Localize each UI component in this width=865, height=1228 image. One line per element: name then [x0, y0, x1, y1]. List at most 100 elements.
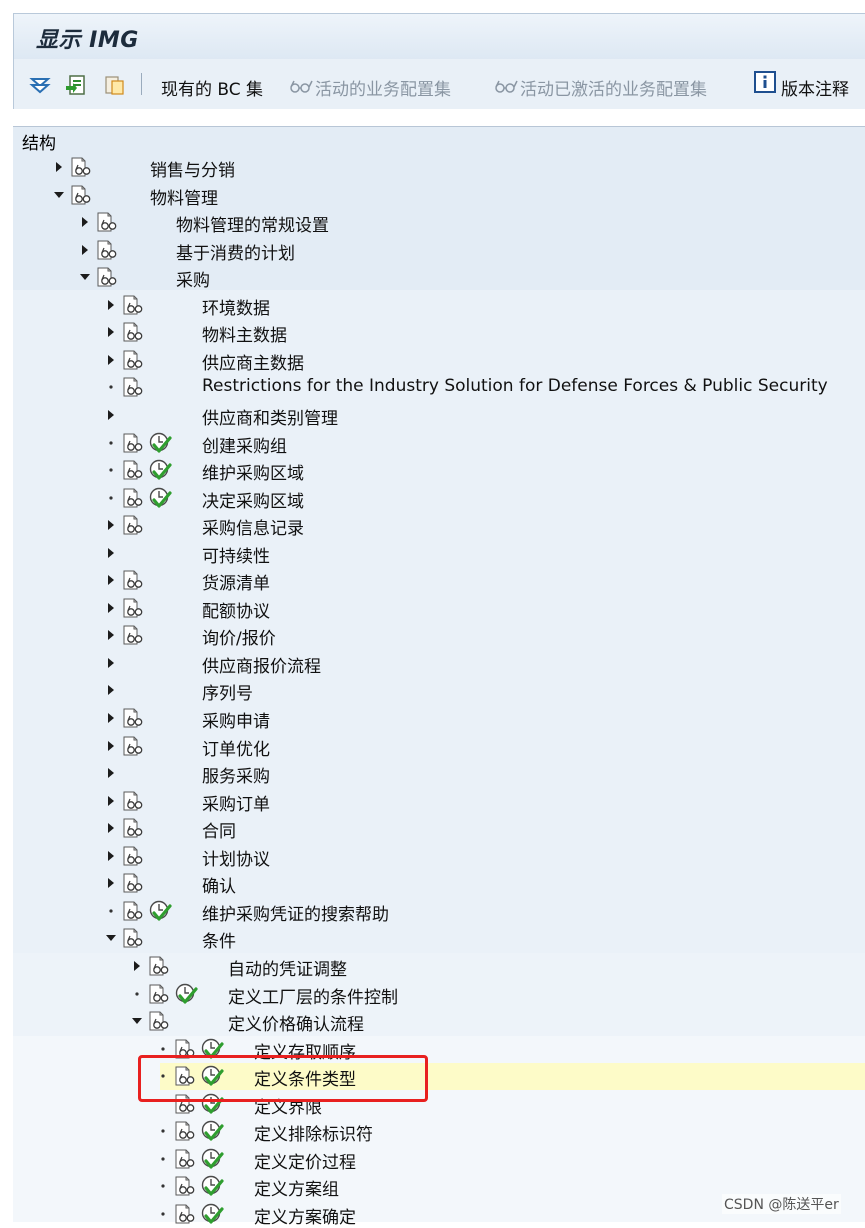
documentation-glasses-icon[interactable] [122, 598, 144, 619]
tree-node[interactable]: 销售与分销 [13, 154, 865, 181]
expand-arrow-icon[interactable] [105, 683, 117, 697]
documentation-glasses-icon[interactable] [96, 212, 118, 233]
expand-arrow-icon[interactable] [105, 546, 117, 560]
tree-node[interactable]: 自动的凭证调整 [13, 953, 865, 980]
documentation-glasses-icon[interactable] [122, 322, 144, 343]
tree-node[interactable]: 确认 [13, 870, 865, 897]
expand-arrow-icon[interactable] [105, 766, 117, 780]
tree-node[interactable]: 创建采购组 [13, 430, 865, 457]
documentation-glasses-icon[interactable] [96, 240, 118, 261]
tree-node[interactable]: 物料管理的常规设置 [13, 209, 865, 236]
collapse-arrow-icon[interactable] [105, 931, 117, 945]
current-bc-set-button[interactable]: 现有的 BC 集 [161, 75, 263, 100]
tree-node[interactable]: 条件 [13, 925, 865, 952]
tree-node[interactable]: 定义排除标识符 [13, 1118, 865, 1145]
tree-node[interactable]: 基于消费的计划 [13, 237, 865, 264]
expand-arrow-icon[interactable] [105, 876, 117, 890]
expand-arrow-icon[interactable] [105, 656, 117, 670]
tree-node[interactable]: 序列号 [13, 677, 865, 704]
tree-node[interactable]: 供应商主数据 [13, 347, 865, 374]
documentation-glasses-icon[interactable] [148, 984, 170, 1005]
tree-node[interactable]: 定义定价过程 [13, 1146, 865, 1173]
tree-node[interactable]: 合同 [13, 815, 865, 842]
expand-arrow-icon[interactable] [105, 794, 117, 808]
documentation-glasses-icon[interactable] [148, 956, 170, 977]
tree-node[interactable]: 可持续性 [13, 540, 865, 567]
documentation-glasses-icon[interactable] [122, 488, 144, 509]
expand-arrow-icon[interactable] [105, 298, 117, 312]
documentation-glasses-icon[interactable] [122, 377, 144, 398]
expand-arrow-icon[interactable] [105, 711, 117, 725]
documentation-glasses-icon[interactable] [122, 791, 144, 812]
tree-node[interactable]: 供应商和类别管理 [13, 402, 865, 429]
tree-node[interactable]: 决定采购区域 [13, 485, 865, 512]
tree-node[interactable]: 供应商报价流程 [13, 650, 865, 677]
execute-clock-check-icon[interactable] [200, 1202, 224, 1226]
release-notes-button[interactable]: 版本注释 [781, 75, 849, 100]
tree-node[interactable]: Restrictions for the Industry Solution f… [13, 374, 865, 401]
documentation-glasses-icon[interactable] [70, 157, 92, 178]
documentation-glasses-icon[interactable] [174, 1176, 196, 1197]
documentation-glasses-icon[interactable] [122, 708, 144, 729]
execute-clock-check-icon[interactable] [200, 1147, 224, 1171]
documentation-glasses-icon[interactable] [122, 460, 144, 481]
documentation-glasses-icon[interactable] [122, 818, 144, 839]
tree-node[interactable]: 货源清单 [13, 567, 865, 594]
expand-arrow-icon[interactable] [53, 160, 65, 174]
collapse-arrow-icon[interactable] [79, 270, 91, 284]
execute-clock-check-icon[interactable] [148, 899, 172, 923]
expand-arrow-icon[interactable] [105, 821, 117, 835]
execute-clock-check-icon[interactable] [174, 982, 198, 1006]
documentation-glasses-icon[interactable] [148, 1011, 170, 1032]
documentation-glasses-icon[interactable] [174, 1121, 196, 1142]
tree-node[interactable]: 维护采购凭证的搜索帮助 [13, 898, 865, 925]
tree-node[interactable]: 环境数据 [13, 292, 865, 319]
load-icon[interactable] [64, 73, 88, 97]
tree-node[interactable]: 物料主数据 [13, 319, 865, 346]
documentation-glasses-icon[interactable] [122, 736, 144, 757]
documentation-glasses-icon[interactable] [122, 873, 144, 894]
expand-arrow-icon[interactable] [131, 959, 143, 973]
execute-clock-check-icon[interactable] [148, 486, 172, 510]
expand-arrow-icon[interactable] [79, 243, 91, 257]
tree-node[interactable]: 采购 [13, 264, 865, 291]
documentation-glasses-icon[interactable] [122, 350, 144, 371]
expand-arrow-icon[interactable] [105, 628, 117, 642]
documentation-glasses-icon[interactable] [122, 570, 144, 591]
tree-node[interactable]: 配额协议 [13, 595, 865, 622]
collapse-arrow-icon[interactable] [131, 1014, 143, 1028]
expand-arrow-icon[interactable] [105, 353, 117, 367]
tree-node[interactable]: 维护采购区域 [13, 457, 865, 484]
clipboard-icon[interactable] [102, 73, 126, 97]
tree-node[interactable]: 定义价格确认流程 [13, 1008, 865, 1035]
execute-clock-check-icon[interactable] [200, 1119, 224, 1143]
documentation-glasses-icon[interactable] [96, 267, 118, 288]
expand-arrow-icon[interactable] [105, 849, 117, 863]
tree-node[interactable]: 服务采购 [13, 760, 865, 787]
documentation-glasses-icon[interactable] [70, 185, 92, 206]
expand-arrow-icon[interactable] [79, 215, 91, 229]
tree-node[interactable]: 询价/报价 [13, 622, 865, 649]
expand-arrow-icon[interactable] [105, 573, 117, 587]
expand-arrow-icon[interactable] [105, 739, 117, 753]
info-icon[interactable] [754, 71, 776, 93]
documentation-glasses-icon[interactable] [122, 846, 144, 867]
expand-arrow-icon[interactable] [105, 601, 117, 615]
expand-arrow-icon[interactable] [105, 518, 117, 532]
documentation-glasses-icon[interactable] [174, 1149, 196, 1170]
activated-bc-sets-button[interactable]: 活动已激活的业务配置集 [520, 75, 707, 100]
tree-node[interactable]: 订单优化 [13, 733, 865, 760]
tree-node[interactable]: 物料管理 [13, 182, 865, 209]
tree-node[interactable]: 计划协议 [13, 843, 865, 870]
documentation-glasses-icon[interactable] [122, 928, 144, 949]
execute-clock-check-icon[interactable] [200, 1174, 224, 1198]
execute-clock-check-icon[interactable] [148, 458, 172, 482]
execute-clock-check-icon[interactable] [148, 431, 172, 455]
expand-arrow-icon[interactable] [105, 325, 117, 339]
documentation-glasses-icon[interactable] [122, 625, 144, 646]
tree-node[interactable]: 采购申请 [13, 705, 865, 732]
documentation-glasses-icon[interactable] [122, 901, 144, 922]
documentation-glasses-icon[interactable] [122, 295, 144, 316]
expand-arrow-icon[interactable] [105, 408, 117, 422]
documentation-glasses-icon[interactable] [122, 515, 144, 536]
